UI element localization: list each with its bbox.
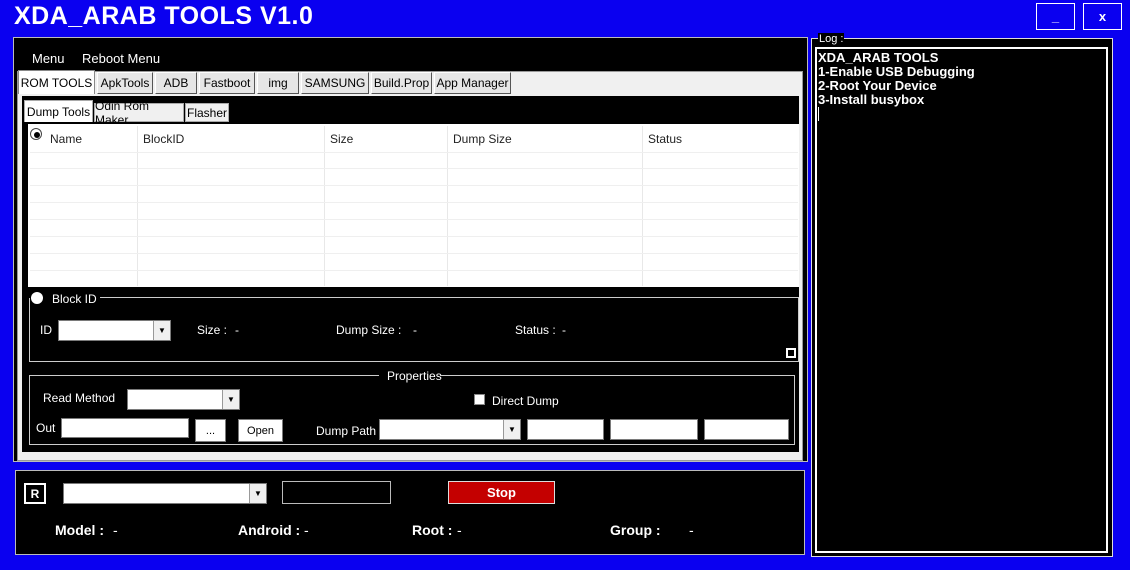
log-text: XDA_ARAB TOOLS 1-Enable USB Debugging 2-… (818, 51, 975, 121)
resize-grip-icon[interactable] (786, 348, 796, 358)
direct-dump-label: Direct Dump (492, 394, 559, 408)
out-label: Out (36, 421, 56, 435)
subtab-odin-rom-maker[interactable]: Odin Rom Maker (94, 99, 184, 127)
tab-samsung[interactable]: SAMSUNG (301, 72, 369, 94)
model-value: - (113, 522, 118, 538)
close-button[interactable]: x (1083, 3, 1122, 30)
subtab-flasher[interactable]: Flasher (185, 103, 229, 122)
root-value: - (457, 522, 462, 538)
column-divider (642, 126, 643, 286)
log-legend: Log : (818, 33, 845, 45)
row-divider (30, 202, 798, 203)
row-divider (30, 185, 798, 186)
group-border-top (100, 297, 799, 298)
read-method-label: Read Method (43, 391, 116, 405)
log-textbox[interactable] (815, 47, 1108, 553)
dump-path-dropdown[interactable]: ▼ (379, 419, 521, 440)
block-table[interactable] (28, 124, 799, 287)
size-label: Size : (197, 323, 228, 337)
column-header-size[interactable]: Size (330, 132, 353, 146)
column-header-name[interactable]: Name (50, 132, 82, 146)
menu-item-reboot-menu[interactable]: Reboot Menu (82, 51, 160, 66)
radio-dot-icon (34, 132, 40, 138)
open-button[interactable]: Open (238, 419, 283, 442)
dump-path-field-3[interactable] (704, 419, 789, 440)
row-divider (30, 152, 798, 153)
device-dropdown[interactable]: ▼ (63, 483, 267, 504)
model-label: Model : (55, 522, 104, 538)
text-cursor (818, 107, 819, 121)
group-border-top (29, 375, 379, 376)
properties-legend: Properties (387, 369, 442, 383)
row-divider (30, 219, 798, 220)
log-line: 1-Enable USB Debugging (818, 64, 975, 79)
tab-adb[interactable]: ADB (155, 72, 197, 94)
tab-rom-tools[interactable]: ROM TOOLS (18, 70, 95, 94)
row-divider (30, 168, 798, 169)
tab-fastboot[interactable]: Fastboot (199, 72, 255, 94)
read-method-dropdown[interactable]: ▼ (127, 389, 240, 410)
chevron-down-icon: ▼ (249, 484, 266, 503)
log-line: 3-Install busybox (818, 92, 925, 107)
group-border-top (440, 375, 795, 376)
size-value: - (235, 323, 239, 337)
tab-build-prop[interactable]: Build.Prop (371, 72, 432, 94)
block-id-radio[interactable] (31, 292, 43, 304)
tab-app-manager[interactable]: App Manager (434, 72, 511, 94)
tab-img[interactable]: img (257, 72, 299, 94)
browse-button[interactable]: ... (195, 419, 226, 442)
column-header-blockid[interactable]: BlockID (143, 132, 184, 146)
id-dropdown[interactable]: ▼ (58, 320, 171, 341)
window-title: XDA_ARAB TOOLS V1.0 (14, 2, 314, 30)
minimize-button[interactable]: _ (1036, 3, 1075, 30)
dump-path-field-1[interactable] (527, 419, 604, 440)
menu-item-menu[interactable]: Menu (32, 51, 65, 66)
refresh-button[interactable]: R (24, 483, 46, 504)
chevron-down-icon: ▼ (503, 420, 520, 439)
row-divider (30, 253, 798, 254)
stop-button[interactable]: Stop (448, 481, 555, 504)
column-header-status[interactable]: Status (648, 132, 682, 146)
root-label: Root : (412, 522, 453, 538)
chevron-down-icon: ▼ (222, 390, 239, 409)
subtab-dump-tools[interactable]: Dump Tools (24, 100, 93, 122)
group-value: - (689, 522, 694, 538)
column-divider (447, 126, 448, 286)
direct-dump-checkbox[interactable] (474, 394, 485, 405)
log-line: 2-Root Your Device (818, 78, 937, 93)
android-label: Android : (238, 522, 301, 538)
row-divider (30, 270, 798, 271)
dump-path-field-2[interactable] (610, 419, 698, 440)
row-divider (30, 236, 798, 237)
column-divider (324, 126, 325, 286)
out-path-field[interactable] (61, 418, 189, 438)
column-divider (137, 126, 138, 286)
tab-apktools[interactable]: ApkTools (97, 72, 153, 94)
chevron-down-icon: ▼ (153, 321, 170, 340)
block-id-legend: Block ID (52, 292, 97, 306)
dump-size-label: Dump Size : (336, 323, 402, 337)
id-label: ID (40, 323, 52, 337)
android-value: - (304, 522, 309, 538)
group-label: Group : (610, 522, 661, 538)
device-text-field[interactable] (282, 481, 391, 504)
dump-size-value: - (413, 323, 417, 337)
status-value: - (562, 323, 566, 337)
dump-path-label: Dump Path (316, 424, 377, 438)
column-header-dump-size[interactable]: Dump Size (453, 132, 512, 146)
status-label: Status : (515, 323, 556, 337)
log-line: XDA_ARAB TOOLS (818, 50, 939, 65)
